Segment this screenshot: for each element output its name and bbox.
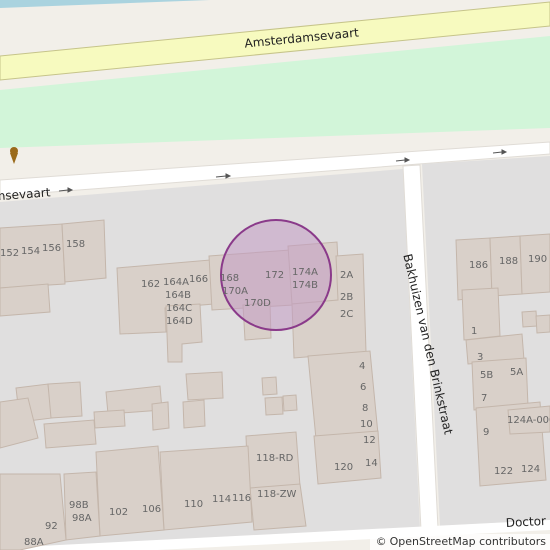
house-number: 172 — [265, 270, 284, 281]
ice-cream-icon — [10, 147, 18, 164]
map-canvas[interactable]: Amsterdamsevaart msevaart Bakhuizen van … — [0, 0, 550, 550]
house-number: 124 — [521, 464, 540, 475]
house-number: 120 — [334, 462, 353, 473]
house-number: 110 — [184, 499, 203, 510]
house-number: 12 — [363, 435, 376, 446]
house-number: 10 — [360, 419, 373, 430]
house-number: 188 — [499, 256, 518, 267]
house-number: 92 — [45, 521, 58, 532]
building — [43, 419, 97, 449]
house-number: 118-ZW — [257, 489, 297, 500]
house-number: 114 — [212, 494, 231, 505]
house-number: 122 — [494, 466, 513, 477]
house-number: 162 — [141, 279, 160, 290]
building — [185, 371, 224, 401]
house-number: 9 — [483, 427, 489, 438]
house-number: 186 — [469, 260, 488, 271]
building — [61, 219, 107, 283]
house-number: 164C — [166, 303, 192, 314]
house-number: 102 — [109, 507, 128, 518]
house-number: 14 — [365, 458, 378, 469]
building — [521, 310, 538, 328]
house-number: 106 — [142, 504, 161, 515]
house-number: 118-RD — [256, 453, 294, 464]
building — [535, 314, 550, 334]
copyright-symbol: © — [375, 535, 387, 548]
house-number: 174B — [292, 280, 318, 291]
house-number: 5B — [480, 370, 493, 381]
osm-contributors-link[interactable]: OpenStreetMap contributors — [390, 534, 546, 550]
house-number: 164B — [165, 290, 191, 301]
house-number: 156 — [42, 243, 61, 254]
house-number: 168 — [220, 273, 239, 284]
building — [0, 283, 51, 317]
house-number: 152 — [0, 248, 19, 259]
house-number: 170D — [244, 298, 271, 309]
building — [264, 396, 284, 416]
house-number: 116 — [232, 493, 251, 504]
house-number: 88A — [24, 537, 44, 548]
house-number: 3 — [477, 352, 483, 363]
house-number: 98B — [69, 500, 89, 511]
house-number: 154 — [21, 246, 40, 257]
building — [93, 409, 126, 429]
canal-water-edge — [0, 0, 210, 8]
building — [159, 445, 253, 531]
house-number: 174A — [292, 267, 318, 278]
house-number: 8 — [362, 403, 368, 414]
house-number: 2C — [340, 309, 353, 320]
house-number: 170A — [222, 286, 248, 297]
house-number: 164D — [166, 316, 193, 327]
house-number: 4 — [359, 361, 365, 372]
building — [461, 287, 501, 341]
house-number: 7 — [481, 393, 487, 404]
house-number: 6 — [360, 382, 366, 393]
building — [151, 401, 170, 431]
building — [182, 399, 206, 429]
house-number: 98A — [72, 513, 92, 524]
house-number: 124A-000 — [507, 415, 550, 426]
map-view[interactable]: Amsterdamsevaart msevaart Bakhuizen van … — [0, 0, 550, 550]
house-number: 166 — [189, 274, 208, 285]
house-number: 1 — [471, 326, 477, 337]
house-number: 164A — [163, 277, 189, 288]
building — [95, 445, 165, 537]
house-number: 2A — [340, 270, 353, 281]
house-number: 5A — [510, 367, 523, 378]
map-attribution: © OpenStreetMap contributors — [369, 534, 550, 550]
house-number: 158 — [66, 239, 85, 250]
street-label-corner: Doctor S — [505, 513, 550, 530]
building — [47, 381, 83, 419]
building — [261, 376, 278, 396]
building — [282, 394, 298, 412]
house-number: 190 — [528, 254, 547, 265]
house-number: 2B — [340, 292, 353, 303]
